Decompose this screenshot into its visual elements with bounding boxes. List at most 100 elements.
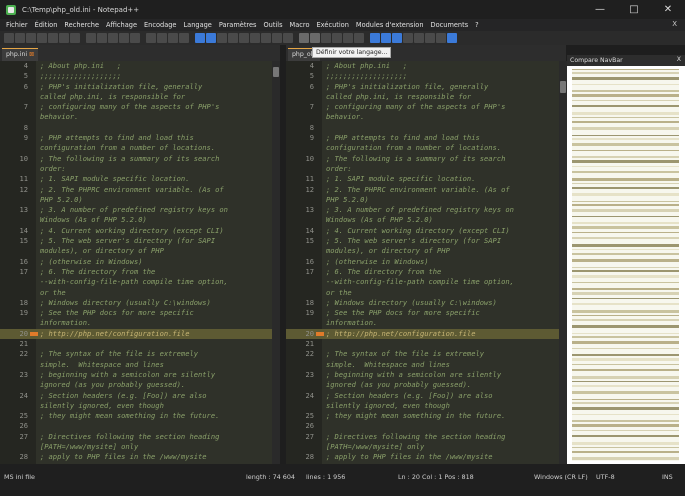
zoom-out-icon[interactable] xyxy=(179,33,189,43)
code-line[interactable]: 6 ; PHP's initialization file, generally xyxy=(0,82,280,92)
code-line[interactable]: silently ignored, even though xyxy=(286,401,567,411)
nav-bar-icon[interactable] xyxy=(425,33,435,43)
code-line[interactable]: silently ignored, even though xyxy=(0,401,280,411)
new-file-icon[interactable] xyxy=(4,33,14,43)
open-icon[interactable] xyxy=(15,33,25,43)
doc-map-icon[interactable] xyxy=(250,33,260,43)
menu-execution[interactable]: Exécution xyxy=(317,21,349,29)
code-line[interactable]: 26 xyxy=(286,421,567,431)
menu-documents[interactable]: Documents xyxy=(431,21,469,29)
code-line[interactable]: ignored (as you probably guessed). xyxy=(0,380,280,390)
code-line[interactable]: 13 ; 3. A number of predefined registry k… xyxy=(0,205,280,215)
menu-modules[interactable]: Modules d'extension xyxy=(356,21,424,29)
save-macro-icon[interactable] xyxy=(332,33,342,43)
scrollbar-thumb[interactable] xyxy=(560,81,566,93)
open-icon[interactable] xyxy=(447,33,457,43)
code-line[interactable]: 19 ; See the PHP docs for more specific xyxy=(0,308,280,318)
paste-icon[interactable] xyxy=(108,33,118,43)
code-line[interactable]: 21 xyxy=(0,339,280,349)
menu-parametres[interactable]: Paramètres xyxy=(219,21,257,29)
code-line[interactable]: 5;;;;;;;;;;;;;;;;;;; xyxy=(286,71,567,81)
code-line[interactable]: 26 xyxy=(0,421,280,431)
menu-macro[interactable]: Macro xyxy=(290,21,310,29)
code-line[interactable]: 11 ; 1. SAPI module specific location. xyxy=(286,174,567,184)
code-line[interactable]: 27 ; Directives following the section hea… xyxy=(286,432,567,442)
code-line[interactable]: 5;;;;;;;;;;;;;;;;;;; xyxy=(0,71,280,81)
code-line[interactable]: or the xyxy=(0,288,280,298)
indent-guide-icon[interactable] xyxy=(228,33,238,43)
code-line[interactable]: information. xyxy=(286,318,567,328)
code-line[interactable]: 13 ; 3. A number of predefined registry k… xyxy=(286,205,567,215)
code-line[interactable]: 12 ; 2. The PHPRC environment variable. (… xyxy=(286,185,567,195)
code-line[interactable]: called php.ini, is responsible for xyxy=(0,92,280,102)
prev-diff-icon[interactable] xyxy=(392,33,402,43)
menu-edition[interactable]: Édition xyxy=(35,21,58,29)
code-line[interactable]: 17 ; 6. The directory from the xyxy=(286,267,567,277)
next-diff-icon[interactable] xyxy=(403,33,413,43)
code-line[interactable]: 9 ; PHP attempts to find and load this xyxy=(0,133,280,143)
menu-outils[interactable]: Outils xyxy=(263,21,282,29)
code-line[interactable]: 14 ; 4. Current working directory (except… xyxy=(0,226,280,236)
code-line[interactable]: 28 ; apply to PHP files in the /www/mysit… xyxy=(286,452,567,462)
new-file-icon[interactable] xyxy=(436,33,446,43)
tab-close-icon[interactable]: ⊠ xyxy=(29,51,34,58)
code-area[interactable]: 4; About php.ini ; 5;;;;;;;;;;;;;;;;;;; 6;… xyxy=(0,61,280,463)
code-line[interactable]: 7 ; configuring many of the aspects of PH… xyxy=(286,102,567,112)
code-line[interactable]: modules), or directory of PHP xyxy=(0,246,280,256)
code-line[interactable]: ignored (as you probably guessed). xyxy=(286,380,567,390)
cut-icon[interactable] xyxy=(86,33,96,43)
find-icon[interactable] xyxy=(146,33,156,43)
stop-macro-icon[interactable] xyxy=(299,33,309,43)
close-window-button[interactable]: ✕ xyxy=(651,0,685,19)
compare-clear-icon[interactable] xyxy=(354,33,364,43)
replace-icon[interactable] xyxy=(157,33,167,43)
code-line[interactable]: 22 ; The syntax of the file is extremely xyxy=(0,349,280,359)
save-all-icon[interactable] xyxy=(37,33,47,43)
last-diff-icon[interactable] xyxy=(414,33,424,43)
code-line[interactable]: configuration from a number of locations… xyxy=(286,143,567,153)
code-line[interactable]: information. xyxy=(0,318,280,328)
vertical-scrollbar[interactable] xyxy=(559,61,567,464)
save-icon[interactable] xyxy=(26,33,36,43)
folder-workspace-icon[interactable] xyxy=(272,33,282,43)
show-all-chars-icon[interactable] xyxy=(217,33,227,43)
code-line[interactable]: 14 ; 4. Current working directory (except… xyxy=(286,226,567,236)
code-area[interactable]: 4; About php.ini ; 5;;;;;;;;;;;;;;;;;;; 6;… xyxy=(286,61,567,463)
code-line[interactable]: called php.ini, is responsible for xyxy=(286,92,567,102)
compare-nav-icon[interactable] xyxy=(370,33,380,43)
code-line[interactable]: 28 ; apply to PHP files in the /www/mysit… xyxy=(0,452,280,462)
code-line[interactable]: 10 ; The following is a summary of its se… xyxy=(0,154,280,164)
compare-navbar-map[interactable] xyxy=(572,69,679,461)
menu-langage[interactable]: Langage xyxy=(184,21,212,29)
undo-icon[interactable] xyxy=(119,33,129,43)
menu-affichage[interactable]: Affichage xyxy=(106,21,137,29)
code-line[interactable]: modules), or directory of PHP xyxy=(286,246,567,256)
zoom-in-icon[interactable] xyxy=(168,33,178,43)
menu-help[interactable]: ? xyxy=(475,21,479,29)
editor-left[interactable]: 4; About php.ini ; 5;;;;;;;;;;;;;;;;;;; 6;… xyxy=(0,61,280,464)
code-line[interactable]: order: xyxy=(286,164,567,174)
sync-scroll-icon[interactable] xyxy=(195,33,205,43)
code-line[interactable]: configuration from a number of locations… xyxy=(0,143,280,153)
code-line[interactable]: 11 ; 1. SAPI module specific location. xyxy=(0,174,280,184)
code-line[interactable]: --with-config-file-path compile time opt… xyxy=(0,277,280,287)
code-line[interactable]: 4 ; About php.ini ; xyxy=(0,61,280,71)
word-wrap-icon[interactable] xyxy=(206,33,216,43)
vertical-scrollbar[interactable] xyxy=(272,61,280,464)
tab-php-ini[interactable]: php.ini ⊠ xyxy=(2,48,39,61)
record-macro-icon[interactable] xyxy=(283,33,293,43)
play-macro-icon[interactable] xyxy=(310,33,320,43)
compare-navbar-close-button[interactable]: X xyxy=(677,56,681,63)
code-line[interactable]: 22 ; The syntax of the file is extremely xyxy=(286,349,567,359)
menu-recherche[interactable]: Recherche xyxy=(64,21,99,29)
code-line[interactable]: 6 ; PHP's initialization file, generally xyxy=(286,82,567,92)
code-line[interactable]: PHP 5.2.0) xyxy=(0,195,280,205)
code-line[interactable]: 8 xyxy=(0,123,280,133)
code-line[interactable]: [PATH=/www/mysite] only xyxy=(286,442,567,452)
code-line[interactable]: [PATH=/www/mysite] only xyxy=(0,442,280,452)
code-line[interactable]: 7 ; configuring many of the aspects of PH… xyxy=(0,102,280,112)
first-diff-icon[interactable] xyxy=(381,33,391,43)
code-line[interactable]: behavior. xyxy=(0,112,280,122)
code-line[interactable]: Windows (As of PHP 5.2.0) xyxy=(0,215,280,225)
code-line[interactable]: behavior. xyxy=(286,112,567,122)
